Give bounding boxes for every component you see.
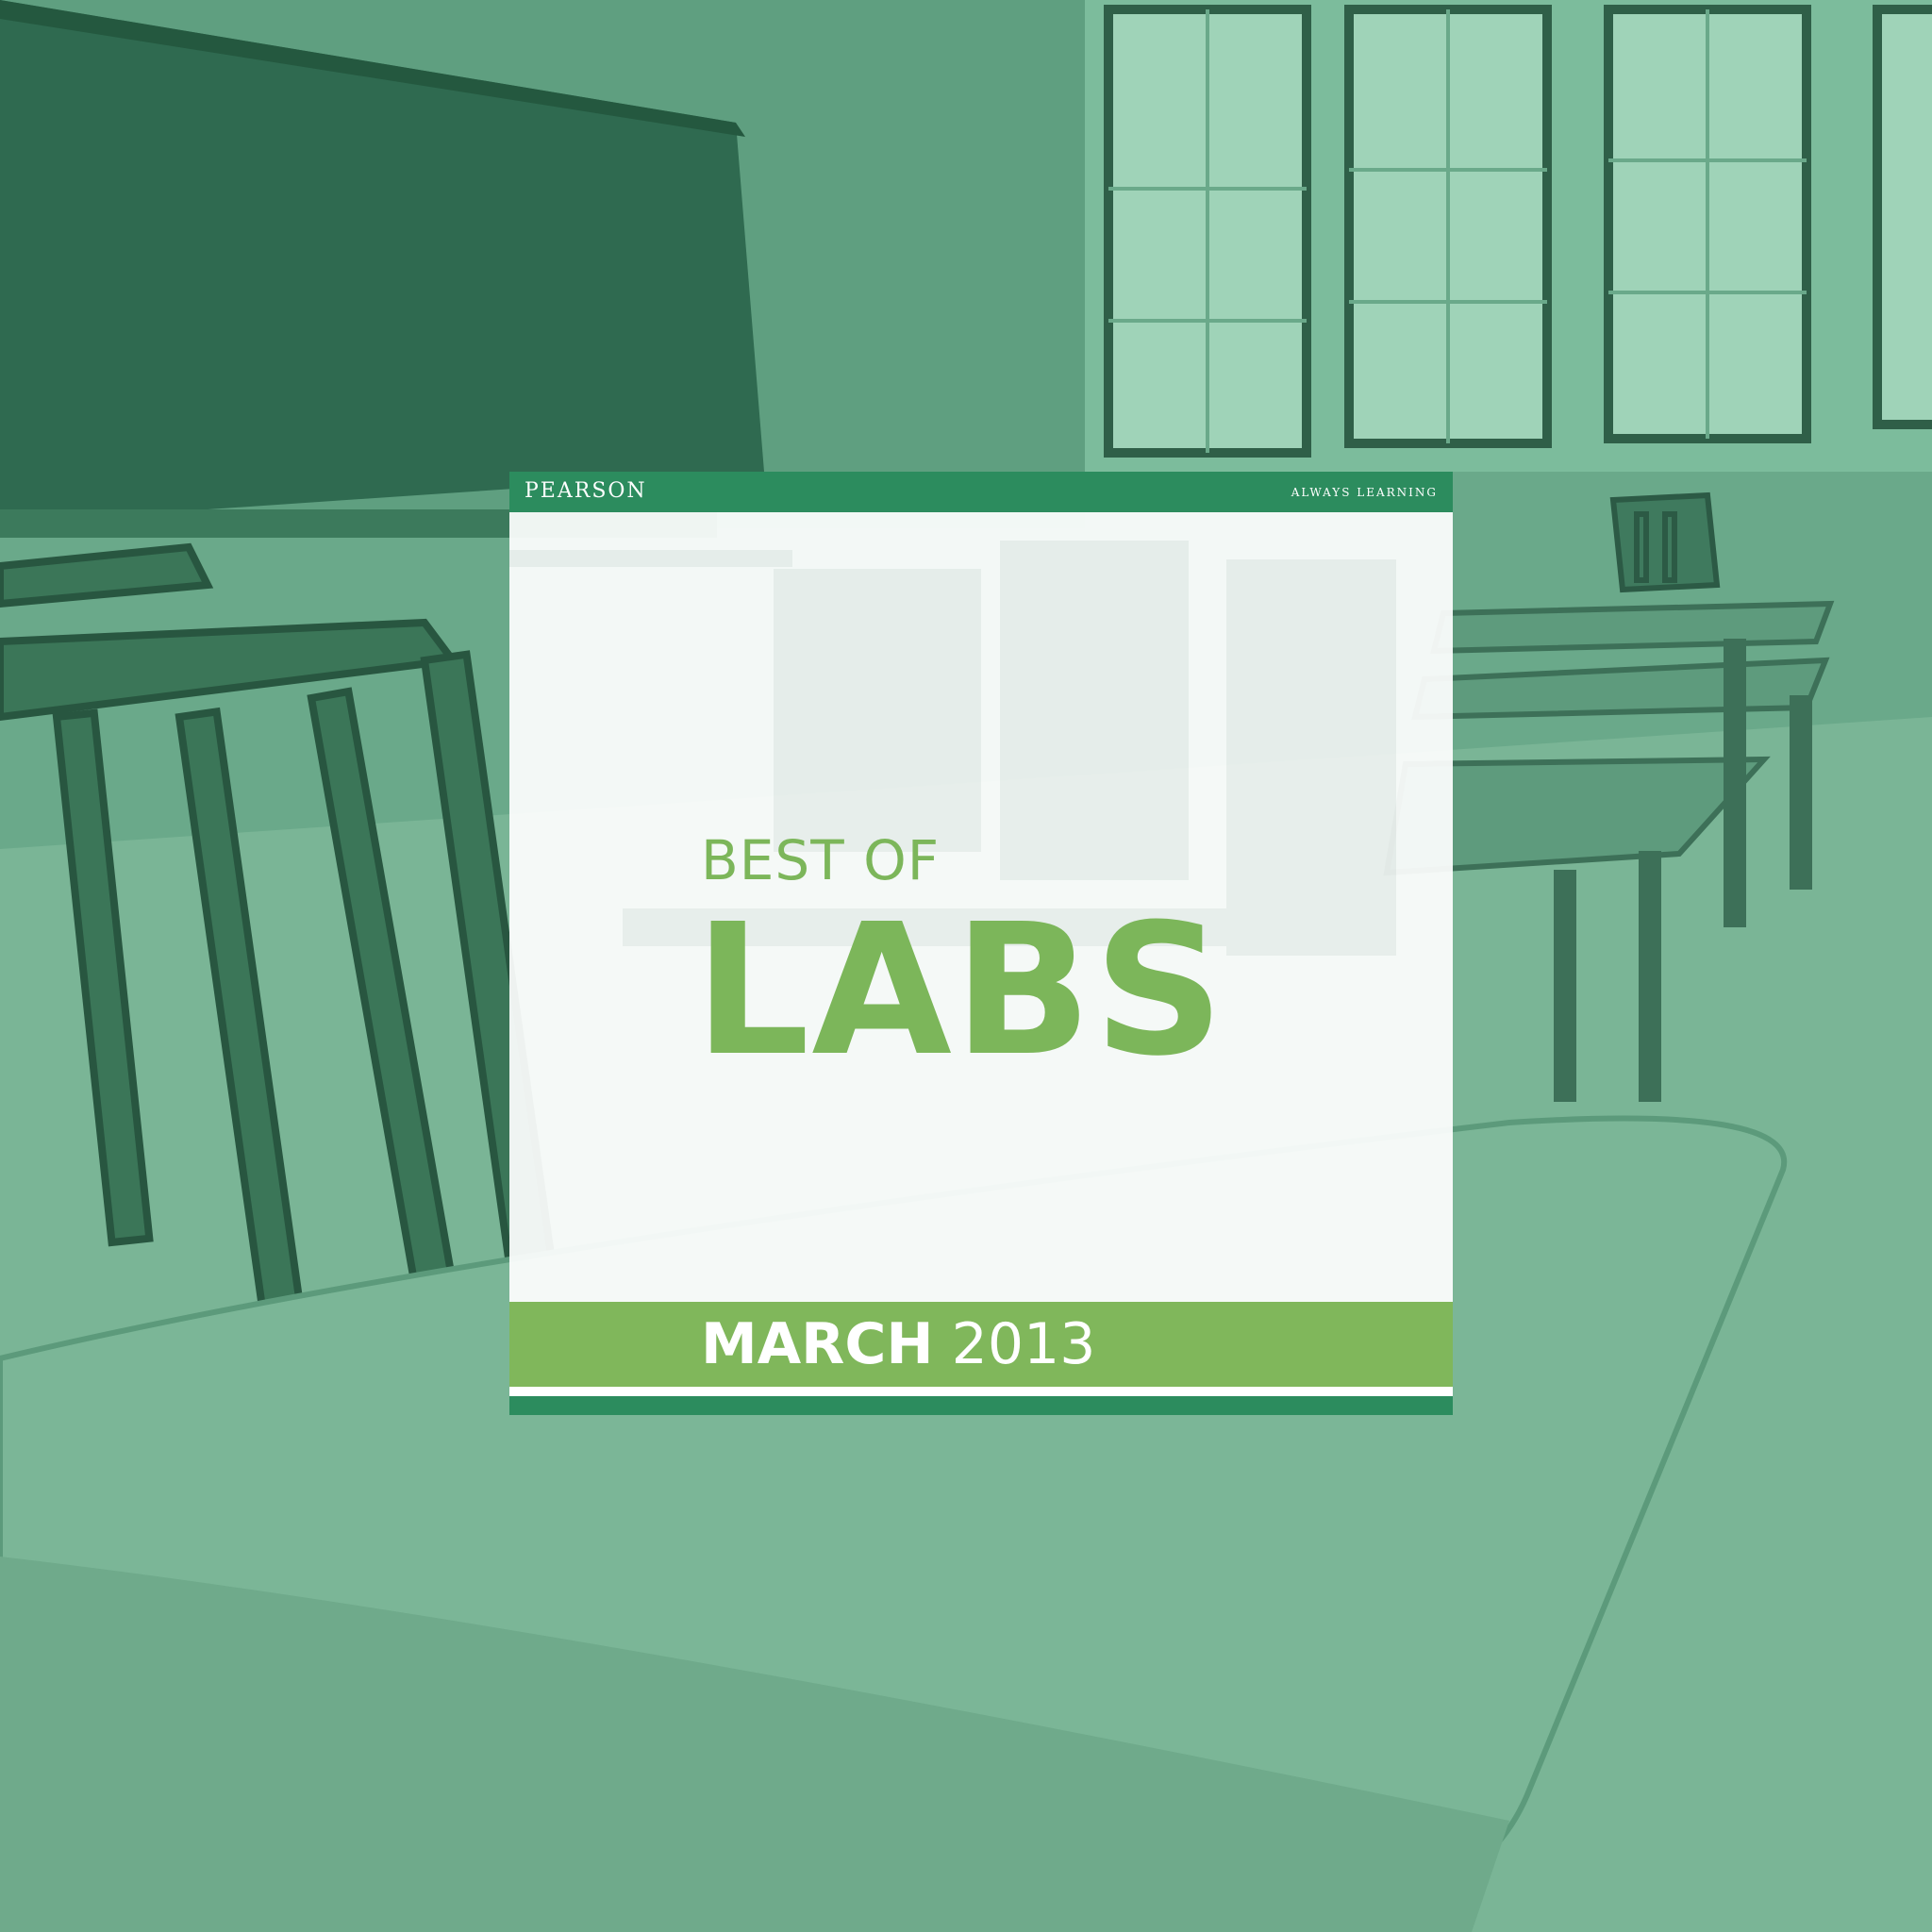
- bottom-rule: [509, 1396, 1453, 1415]
- divider-strip: [509, 1387, 1453, 1396]
- always-learning-tagline: ALWAYS LEARNING: [1291, 486, 1438, 499]
- best-of-label: BEST OF: [701, 828, 941, 892]
- issue-year: 2013: [951, 1311, 1096, 1377]
- issue-date: MARCH 2013: [701, 1314, 1095, 1374]
- cover-card: PEARSON ALWAYS LEARNING BEST OF LABS MAR…: [509, 472, 1453, 1415]
- date-bar: MARCH 2013: [509, 1302, 1453, 1387]
- issue-month: MARCH: [701, 1311, 934, 1377]
- labs-title: LABS: [694, 886, 1226, 1096]
- title-panel: BEST OF LABS: [509, 512, 1453, 1302]
- pearson-logo: PEARSON: [525, 479, 647, 503]
- brand-bar: PEARSON ALWAYS LEARNING: [509, 472, 1453, 512]
